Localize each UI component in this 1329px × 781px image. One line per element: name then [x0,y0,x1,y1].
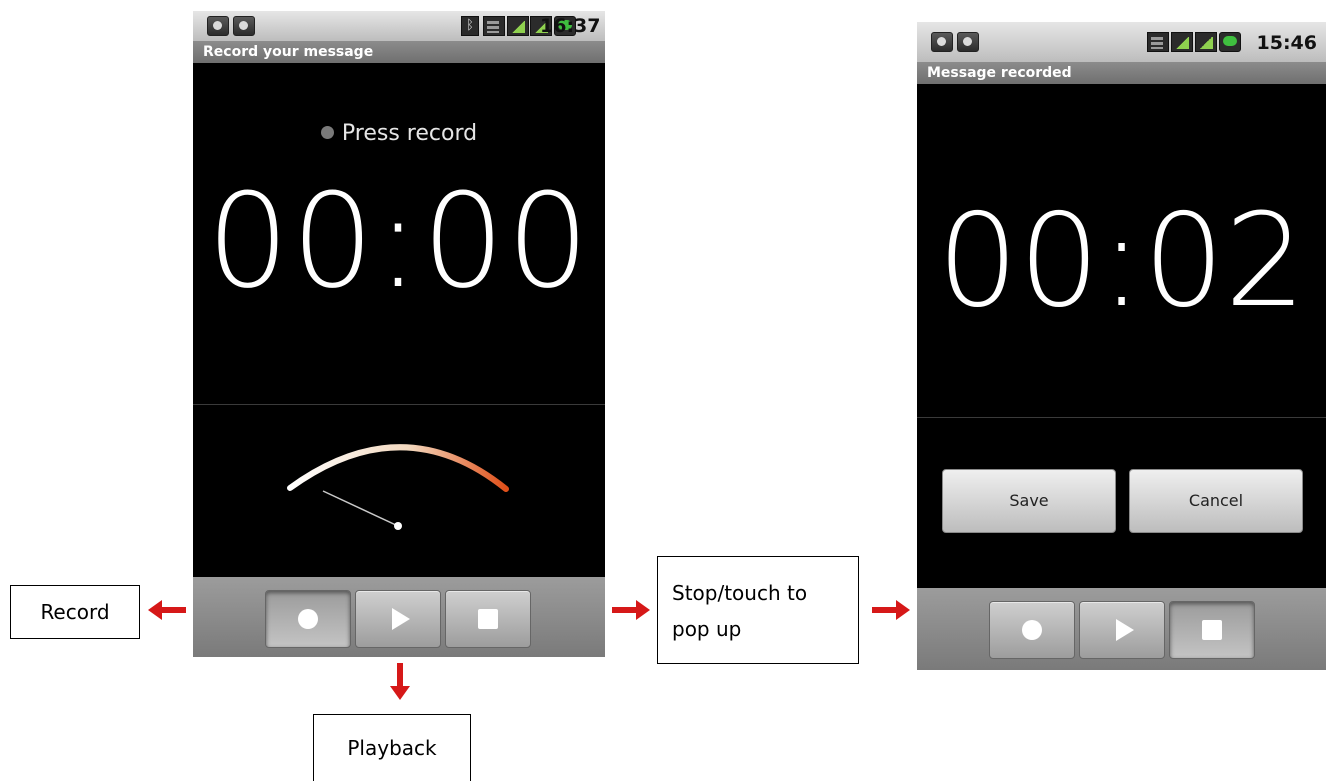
status-time: 16:37 [540,15,601,37]
record-button[interactable] [265,590,351,648]
usb-icon [207,16,229,36]
wifi-icon [1147,32,1169,52]
record-icon [298,609,318,629]
android-icon [957,32,979,52]
play-icon [392,608,410,630]
status-dot-icon [320,126,334,139]
signal-icon [1195,32,1217,52]
elapsed-timer: 00:02 [937,187,1306,336]
signal-icon [507,16,529,36]
record-icon [1022,620,1042,640]
play-button[interactable] [1079,601,1165,659]
status-time: 15:46 [1256,32,1317,54]
arrow-right-head [896,600,910,620]
stop-callout: Stop/touch to pop up [657,556,859,664]
save-button[interactable]: Save [942,469,1116,533]
elapsed-timer: 00:00 [206,165,592,317]
arrow-left-head [148,600,162,620]
vu-meter [287,444,509,530]
screen-title: Record your message [193,41,605,63]
signal-icon [1171,32,1193,52]
arrow-right [612,607,638,613]
stop-button[interactable] [1169,601,1255,659]
screen-title: Message recorded [917,62,1326,84]
playback-callout: Playback [313,714,471,781]
record-callout: Record [10,585,140,639]
control-bar [193,577,605,657]
divider [917,417,1326,418]
recorder-screen: ᛒ 16:37 Record your message Press record… [193,11,605,657]
stop-callout-line2: pop up [672,617,742,641]
play-icon [1116,619,1134,641]
record-button[interactable] [989,601,1075,659]
meter-arc [287,444,509,492]
meter-needle [322,490,399,527]
wifi-icon [483,16,505,36]
android-icon [233,16,255,36]
stop-icon [1202,620,1222,640]
play-button[interactable] [355,590,441,648]
record-hint: Press record [193,121,605,146]
stop-callout-line1: Stop/touch to [672,581,808,605]
arrow-down-head [390,686,410,700]
battery-icon [1219,32,1241,52]
status-bar: 15:46 [917,22,1326,62]
arrow-down [397,663,403,687]
cancel-button[interactable]: Cancel [1129,469,1303,533]
divider [193,404,605,405]
stop-icon [478,609,498,629]
status-bar: ᛒ 16:37 [193,11,605,41]
recorded-screen: 15:46 Message recorded 00:02 Save Cancel [917,22,1326,670]
bluetooth-icon: ᛒ [461,16,479,36]
stop-button[interactable] [445,590,531,648]
record-hint-text: Press record [341,121,478,146]
arrow-left [158,607,186,613]
arrow-right-head [636,600,650,620]
meter-pivot [394,522,402,530]
arrow-right [872,607,898,613]
usb-icon [931,32,953,52]
control-bar [917,588,1326,670]
